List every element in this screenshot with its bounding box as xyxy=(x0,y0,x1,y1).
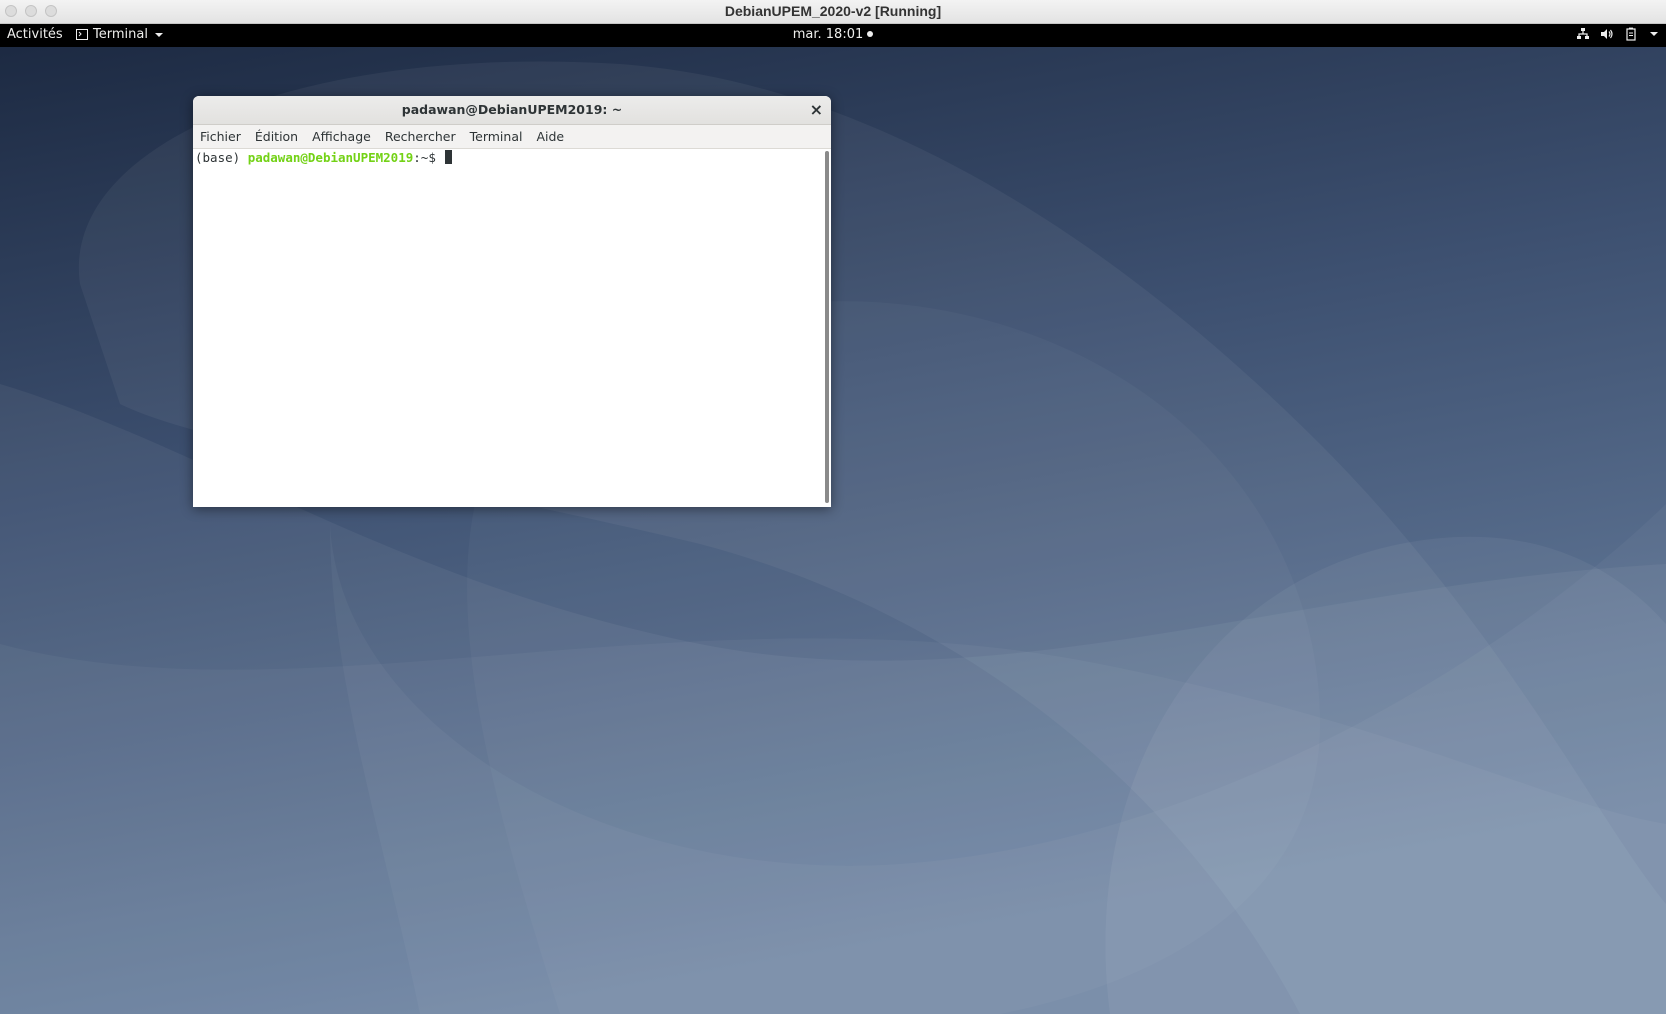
clock[interactable]: mar. 18:01 xyxy=(0,27,1666,42)
chevron-down-icon xyxy=(1650,32,1658,36)
notification-dot-icon xyxy=(867,31,874,37)
close-icon[interactable]: × xyxy=(810,100,823,119)
terminal-output-area[interactable]: (base) padawan@DebianUPEM2019:~$ xyxy=(193,149,831,507)
terminal-header-bar[interactable]: padawan@DebianUPEM2019: ~ × xyxy=(193,96,831,125)
prompt-line: (base) padawan@DebianUPEM2019:~$ xyxy=(195,150,453,165)
text-cursor xyxy=(445,150,453,164)
menu-terminal[interactable]: Terminal xyxy=(470,129,523,144)
terminal-menu-bar: Fichier Édition Affichage Rechercher Ter… xyxy=(193,125,831,149)
host-window-titlebar: DebianUPEM_2020-v2 [Running] xyxy=(0,0,1666,24)
gnome-top-bar: Activités Terminal mar. 18:01 xyxy=(0,24,1666,47)
network-icon xyxy=(1577,28,1589,39)
clock-label: mar. 18:01 xyxy=(792,27,864,42)
guest-screen: Activités Terminal mar. 18:01 padawan@De… xyxy=(0,24,1666,1014)
prompt-user-host: padawan@DebianUPEM2019 xyxy=(247,150,414,165)
prompt-path: :~$ xyxy=(413,150,444,165)
battery-icon xyxy=(1626,27,1636,41)
terminal-window: padawan@DebianUPEM2019: ~ × Fichier Édit… xyxy=(193,96,831,507)
prompt-env: (base) xyxy=(195,150,248,165)
terminal-scrollbar[interactable] xyxy=(825,151,829,503)
volume-icon xyxy=(1601,29,1613,39)
menu-fichier[interactable]: Fichier xyxy=(200,129,241,144)
host-window-title: DebianUPEM_2020-v2 [Running] xyxy=(724,3,942,19)
menu-aide[interactable]: Aide xyxy=(536,129,564,144)
menu-rechercher[interactable]: Rechercher xyxy=(385,129,456,144)
menu-affichage[interactable]: Affichage xyxy=(312,129,371,144)
menu-edition[interactable]: Édition xyxy=(255,129,298,144)
system-status-area[interactable] xyxy=(1576,27,1658,41)
terminal-title: padawan@DebianUPEM2019: ~ xyxy=(401,102,623,117)
